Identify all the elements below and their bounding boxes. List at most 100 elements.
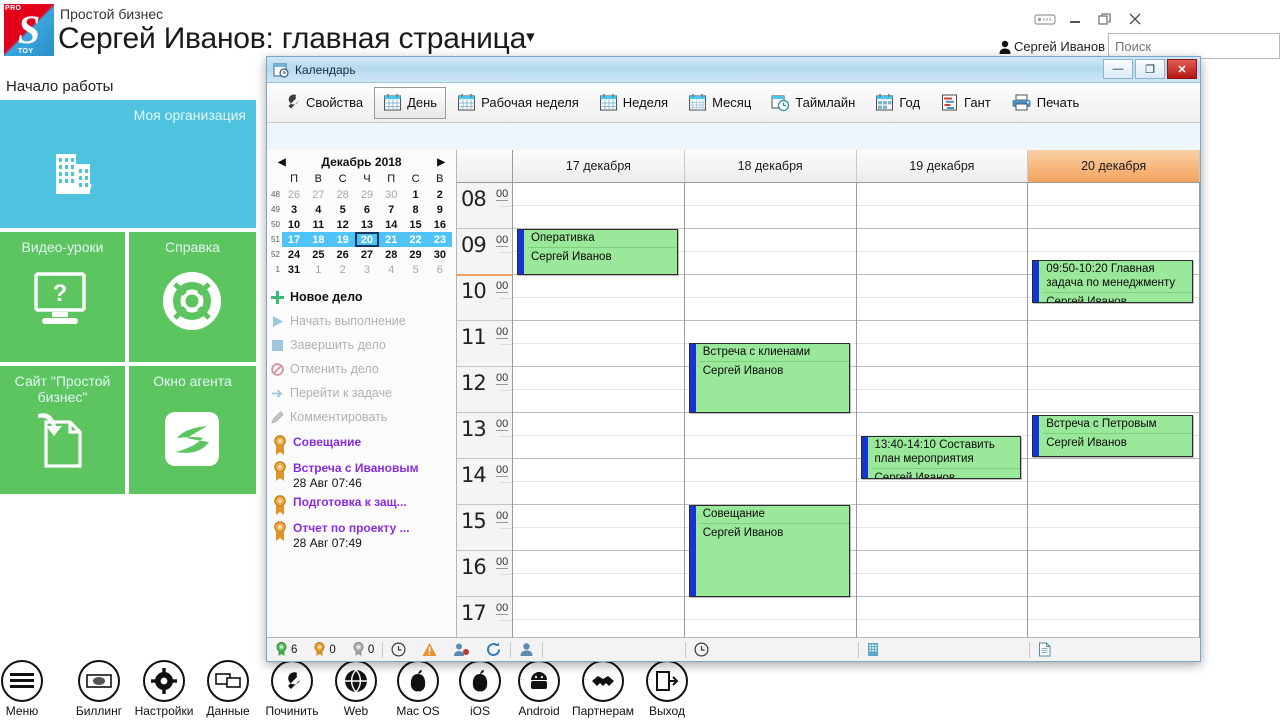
time-slot[interactable] <box>513 344 684 367</box>
tile-help[interactable]: Справка <box>129 232 256 362</box>
mini-calendar-day[interactable]: 5 <box>331 202 355 217</box>
mini-calendar-day[interactable]: 26 <box>282 187 306 202</box>
status-clock-2[interactable] <box>686 638 717 661</box>
day-column[interactable]: Встреча с клиенами Сергей Иванов Совещание… <box>684 183 857 637</box>
time-slot[interactable] <box>513 298 684 321</box>
day-column-header[interactable]: 20 декабря <box>1028 150 1200 182</box>
time-slot[interactable] <box>684 597 856 620</box>
mini-calendar-day[interactable]: 29 <box>355 187 379 202</box>
time-slot[interactable] <box>1028 367 1199 390</box>
mini-calendar-day[interactable]: 23 <box>427 232 452 247</box>
time-slot[interactable] <box>856 482 1028 505</box>
time-slot[interactable] <box>684 275 856 298</box>
action-finish-task[interactable]: Завершить дело <box>271 333 456 357</box>
current-user[interactable]: Сергей Иванов <box>999 39 1105 54</box>
time-slot[interactable] <box>684 436 856 459</box>
time-slot[interactable] <box>513 390 684 413</box>
day-columns[interactable]: Оперативка Сергей Иванов Встреча с клиенам… <box>513 183 1200 637</box>
mini-calendar-day[interactable]: 7 <box>379 202 403 217</box>
status-refresh[interactable] <box>478 638 510 661</box>
dock-item-repair[interactable]: Починить <box>256 660 328 718</box>
mini-calendar-day[interactable]: 12 <box>331 217 355 232</box>
mini-calendar-day[interactable]: 21 <box>379 232 404 247</box>
toolbar-properties[interactable]: Свойства <box>273 87 372 119</box>
calendar-close-button[interactable]: ✕ <box>1167 59 1197 79</box>
time-slot[interactable] <box>513 551 684 574</box>
time-slot[interactable] <box>685 620 856 637</box>
time-slot[interactable] <box>856 528 1028 551</box>
mini-calendar-day[interactable]: 3 <box>355 262 379 277</box>
tile-my-organization[interactable]: Моя организация <box>0 100 256 228</box>
mini-calendar-day[interactable]: 24 <box>282 247 306 262</box>
mini-calendar-day[interactable]: 4 <box>306 202 330 217</box>
keyboard-icon[interactable] <box>1030 8 1060 30</box>
time-slot[interactable] <box>684 229 856 252</box>
mini-calendar-day[interactable]: 20 <box>354 232 380 247</box>
next-month-button[interactable]: ▶ <box>434 157 448 168</box>
time-slot[interactable] <box>513 528 684 551</box>
dock-item-partners[interactable]: Партнерам <box>567 660 639 718</box>
day-column-header[interactable]: 17 декабря <box>513 150 685 182</box>
time-slot[interactable] <box>1028 390 1199 413</box>
mini-calendar-day[interactable]: 16 <box>428 217 452 232</box>
time-slot[interactable] <box>513 597 684 620</box>
mini-calendar-day[interactable]: 25 <box>306 247 330 262</box>
day-column[interactable]: Оперативка Сергей Иванов <box>513 183 685 637</box>
time-slot[interactable] <box>513 505 684 528</box>
time-slot[interactable] <box>856 597 1028 620</box>
time-slot[interactable] <box>513 275 684 298</box>
dock-item-settings[interactable]: Настройки <box>128 660 200 718</box>
calendar-event[interactable]: Встреча с клиенами Сергей Иванов <box>688 343 850 413</box>
toolbar-workweek[interactable]: Рабочая неделя <box>448 87 588 119</box>
dock-item-exit[interactable]: Выход <box>631 660 703 718</box>
time-slot[interactable] <box>513 367 684 390</box>
restore-icon[interactable] <box>1090 8 1120 30</box>
time-slot[interactable] <box>1028 459 1199 482</box>
time-slot[interactable] <box>684 252 856 275</box>
time-slot[interactable] <box>1028 551 1199 574</box>
time-slot[interactable] <box>684 413 856 436</box>
chevron-down-icon[interactable]: ▾ <box>526 27 535 46</box>
mini-calendar-day[interactable]: 28 <box>379 247 403 262</box>
time-slot[interactable] <box>856 206 1028 229</box>
mini-calendar-day[interactable]: 2 <box>331 262 355 277</box>
calendar-event[interactable]: Встреча с Петровым Сергей Иванов <box>1032 415 1193 457</box>
status-warning[interactable] <box>414 638 445 661</box>
calendar-titlebar[interactable]: Календарь — ❐ ✕ <box>267 57 1200 83</box>
time-slot[interactable] <box>513 436 684 459</box>
mini-calendar-day[interactable]: 10 <box>282 217 306 232</box>
dock-item-menu[interactable]: Меню <box>0 660 58 718</box>
time-slot[interactable] <box>856 505 1028 528</box>
time-slot[interactable] <box>856 413 1028 436</box>
action-new-task[interactable]: Новое дело <box>271 285 456 309</box>
mini-calendar-day[interactable]: 5 <box>403 262 427 277</box>
mini-calendar-day[interactable]: 6 <box>428 262 452 277</box>
time-slot[interactable] <box>1028 321 1199 344</box>
calendar-minimize-button[interactable]: — <box>1103 59 1133 79</box>
day-column[interactable]: 09:50-10:20 Главная задача по менеджмент… <box>1028 183 1200 637</box>
mini-calendar-day[interactable]: 14 <box>379 217 403 232</box>
status-counter-orange[interactable]: 0 <box>305 638 343 661</box>
task-list-item[interactable]: Совещание <box>273 435 456 457</box>
toolbar-year[interactable]: Год <box>866 87 929 119</box>
mini-calendar-day[interactable]: 29 <box>403 247 427 262</box>
time-slot[interactable] <box>857 620 1028 637</box>
tile-site[interactable]: Сайт "Простой бизнес" <box>0 366 125 494</box>
toolbar-week[interactable]: Неделя <box>590 87 677 119</box>
time-slot[interactable] <box>1028 620 1199 637</box>
tile-agent-window[interactable]: Окно агента <box>129 366 256 494</box>
mini-calendar-day[interactable]: 26 <box>331 247 355 262</box>
mini-calendar-day[interactable]: 3 <box>282 202 306 217</box>
close-icon[interactable] <box>1120 8 1150 30</box>
time-slot[interactable] <box>513 413 684 436</box>
page-title[interactable]: Сергей Иванов: главная страница▾ <box>58 22 535 56</box>
mini-calendar-day[interactable]: 17 <box>281 232 307 247</box>
mini-calendar-day[interactable]: 18 <box>306 232 331 247</box>
calendar-event[interactable]: 09:50-10:20 Главная задача по менеджмент… <box>1032 260 1193 303</box>
time-slot[interactable] <box>1028 183 1199 206</box>
time-slot[interactable] <box>1028 206 1199 229</box>
mini-calendar-day[interactable]: 2 <box>428 187 452 202</box>
dock-item-data[interactable]: Данные <box>192 660 264 718</box>
mini-calendar-day[interactable]: 30 <box>428 247 452 262</box>
mini-calendar-day[interactable]: 9 <box>428 202 452 217</box>
